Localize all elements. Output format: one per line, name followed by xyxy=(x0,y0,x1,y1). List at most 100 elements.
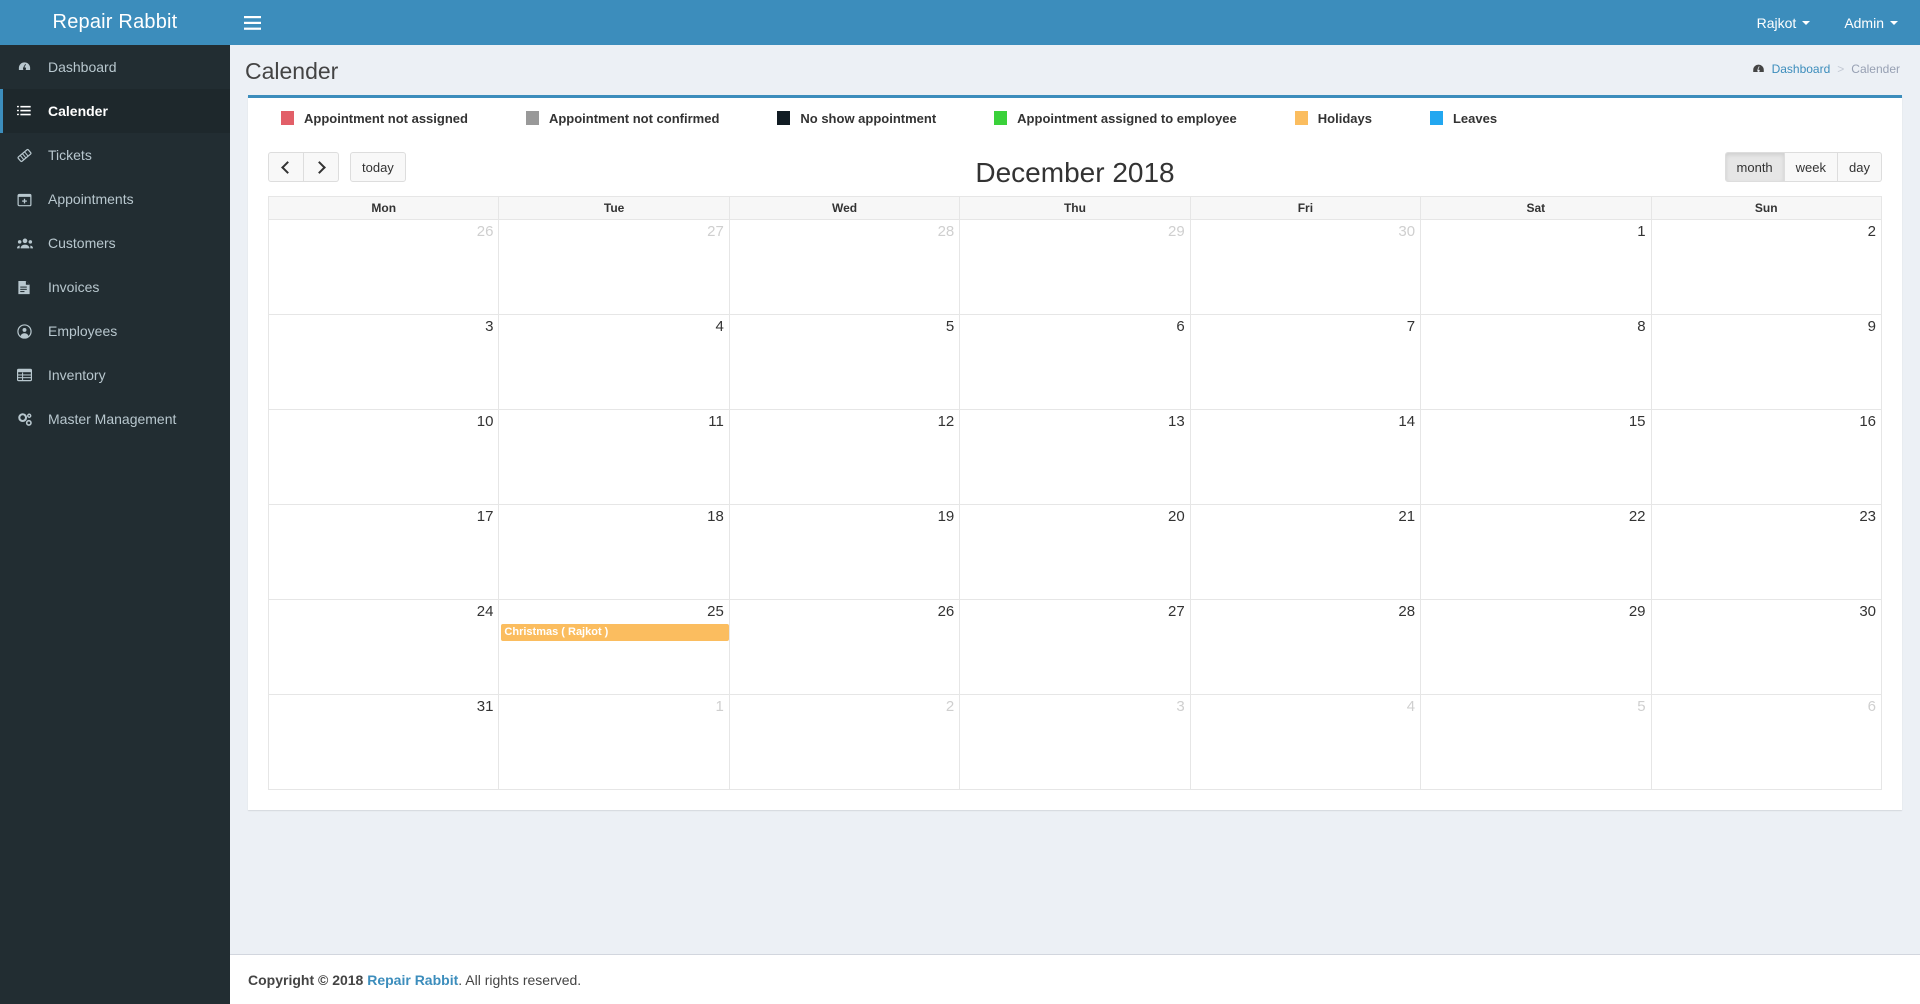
calendar-day-cell[interactable]: 13 xyxy=(959,409,1191,505)
calendar-event[interactable]: Christmas ( Rajkot ) xyxy=(501,624,729,641)
calendar-day-cell[interactable]: 17 xyxy=(267,504,500,600)
calendar-day-number: 9 xyxy=(1867,318,1876,335)
calendar-day-number: 28 xyxy=(1398,603,1416,620)
calendar-day-header: Fri xyxy=(1189,196,1422,220)
sidebar-item-label: Dashboard xyxy=(48,59,117,75)
legend-color-swatch xyxy=(1429,111,1443,125)
sidebar-item-inventory[interactable]: Inventory xyxy=(0,353,230,397)
calendar-day-cell[interactable]: 19 xyxy=(728,504,961,600)
calendar-day-cell[interactable]: 11 xyxy=(498,409,730,505)
sidebar-item-invoices[interactable]: Invoices xyxy=(0,265,230,309)
calendar-day-cell[interactable]: 1 xyxy=(498,694,730,790)
calendar-day-cell[interactable]: 6 xyxy=(959,314,1191,410)
calendar-day-number: 19 xyxy=(937,508,955,525)
calendar-day-cell[interactable]: 29 xyxy=(959,219,1191,315)
prev-next-group xyxy=(268,152,339,182)
location-label: Rajkot xyxy=(1756,14,1797,31)
chevron-left-icon xyxy=(281,160,294,174)
calendar-day-cell[interactable]: 24 xyxy=(267,599,500,695)
calendar-day-cell[interactable]: 30 xyxy=(1650,599,1883,695)
calendar-day-cell[interactable]: 22 xyxy=(1420,504,1652,600)
sidebar-item-label: Tickets xyxy=(48,147,92,163)
calendar-day-cell[interactable]: 28 xyxy=(728,219,961,315)
calendar-day-cell[interactable]: 16 xyxy=(1650,409,1883,505)
calendar-day-number: 16 xyxy=(1859,413,1876,430)
today-button[interactable]: today xyxy=(350,152,406,182)
calendar-grid-wrap: Mon Tue Wed Thu Fri Sat Sun 26 27 28 29 30 1 2 3 4 5 6 7 8… xyxy=(248,196,1902,810)
calendar-day-cell[interactable]: 10 xyxy=(267,409,500,505)
calendar-day-cell[interactable]: 2 xyxy=(1650,219,1883,315)
calendar-day-cell[interactable]: 30 xyxy=(1189,219,1422,315)
calendar-day-cell[interactable]: 28 xyxy=(1189,599,1422,695)
sidebar: Dashboard Calender Tickets Appointments Cust… xyxy=(0,45,230,1004)
calendar-day-cell[interactable]: 2 xyxy=(728,694,961,790)
footer-brand-link[interactable]: Repair Rabbit xyxy=(367,972,458,988)
calendar-day-header: Thu xyxy=(959,196,1191,220)
calendar-day-header: Wed xyxy=(728,196,961,220)
sidebar-item-employees[interactable]: Employees xyxy=(0,309,230,353)
calendar-day-cell[interactable]: 21 xyxy=(1189,504,1422,600)
calendar-day-cell[interactable]: 29 xyxy=(1420,599,1652,695)
calendar-day-number: 27 xyxy=(1168,603,1185,620)
location-dropdown[interactable]: Rajkot xyxy=(1757,15,1811,31)
calendar-legend: Appointment not assigned Appointment not … xyxy=(248,98,1902,138)
sidebar-toggle-button[interactable] xyxy=(230,0,275,45)
sidebar-item-dashboard[interactable]: Dashboard xyxy=(0,45,230,89)
prev-month-button[interactable] xyxy=(268,152,304,182)
next-month-button[interactable] xyxy=(304,152,339,182)
calendar-week-row: 10 11 12 13 14 15 16 xyxy=(267,409,1883,505)
user-dropdown[interactable]: Admin xyxy=(1844,15,1898,31)
calendar-day-cell[interactable]: 15 xyxy=(1420,409,1652,505)
calendar-day-number: 3 xyxy=(485,318,494,335)
legend-color-swatch xyxy=(1294,111,1308,125)
breadcrumb-separator: > xyxy=(1837,62,1845,76)
breadcrumb-link-dashboard[interactable]: Dashboard xyxy=(1772,62,1831,76)
sidebar-item-tickets[interactable]: Tickets xyxy=(0,133,230,177)
calendar-day-cell[interactable]: 27 xyxy=(498,219,730,315)
calendar-day-cell[interactable]: 1 xyxy=(1420,219,1652,315)
sidebar-item-master-management[interactable]: Master Management xyxy=(0,397,230,441)
navbar-left xyxy=(230,0,275,45)
calendar-day-cell[interactable]: 26 xyxy=(267,219,500,315)
calendar-day-cell[interactable]: 9 xyxy=(1650,314,1883,410)
sidebar-item-customers[interactable]: Customers xyxy=(0,221,230,265)
calendar-day-cell[interactable]: 31 xyxy=(267,694,500,790)
calendar-day-cell[interactable]: 7 xyxy=(1189,314,1422,410)
calendar-day-cell[interactable]: 5 xyxy=(1420,694,1652,790)
sidebar-item-label: Inventory xyxy=(48,367,106,383)
sidebar-item-calender[interactable]: Calender xyxy=(0,89,230,133)
legend-label: No show appointment xyxy=(800,110,937,126)
calendar-day-cell[interactable]: 4 xyxy=(498,314,730,410)
brand-logo[interactable]: Repair Rabbit xyxy=(0,0,230,45)
calendar-day-cell[interactable]: 27 xyxy=(959,599,1191,695)
calendar-day-number: 4 xyxy=(715,318,724,335)
chevron-down-icon xyxy=(1802,20,1811,25)
legend-label: Appointment not confirmed xyxy=(548,110,720,126)
view-month-button[interactable]: month xyxy=(1724,152,1785,182)
calendar-day-cell[interactable]: 8 xyxy=(1420,314,1652,410)
calendar-day-cell[interactable]: 14 xyxy=(1189,409,1422,505)
navbar-right: Rajkot Admin xyxy=(1757,0,1920,45)
calendar-day-cell[interactable]: 5 xyxy=(728,314,961,410)
calendar-day-cell[interactable]: 18 xyxy=(498,504,730,600)
calendar-day-cell[interactable]: 12 xyxy=(728,409,961,505)
cogs-icon xyxy=(17,412,37,427)
sidebar-item-appointments[interactable]: Appointments xyxy=(0,177,230,221)
calendar-day-cell[interactable]: 3 xyxy=(267,314,500,410)
calendar-day-cell[interactable]: 26 xyxy=(728,599,961,695)
calendar-day-cell[interactable]: 23 xyxy=(1650,504,1883,600)
calendar-day-cell[interactable]: 25 Christmas ( Rajkot ) xyxy=(498,599,730,695)
calendar-day-cell[interactable]: 20 xyxy=(959,504,1191,600)
footer-suffix: . All rights reserved. xyxy=(458,971,582,988)
view-day-button[interactable]: day xyxy=(1838,152,1882,182)
calendar-day-number: 27 xyxy=(707,223,724,240)
view-week-button[interactable]: week xyxy=(1784,152,1839,182)
content-body: Appointment not assigned Appointment not … xyxy=(230,95,1920,810)
calendar-day-number: 24 xyxy=(476,603,494,620)
calendar-day-cell[interactable]: 3 xyxy=(959,694,1191,790)
calendar-day-cell[interactable]: 6 xyxy=(1650,694,1883,790)
user-circle-icon xyxy=(17,323,37,339)
calendar-day-cell[interactable]: 4 xyxy=(1189,694,1422,790)
calendar-day-number: 23 xyxy=(1859,508,1876,525)
calendar-day-number: 28 xyxy=(937,223,955,240)
